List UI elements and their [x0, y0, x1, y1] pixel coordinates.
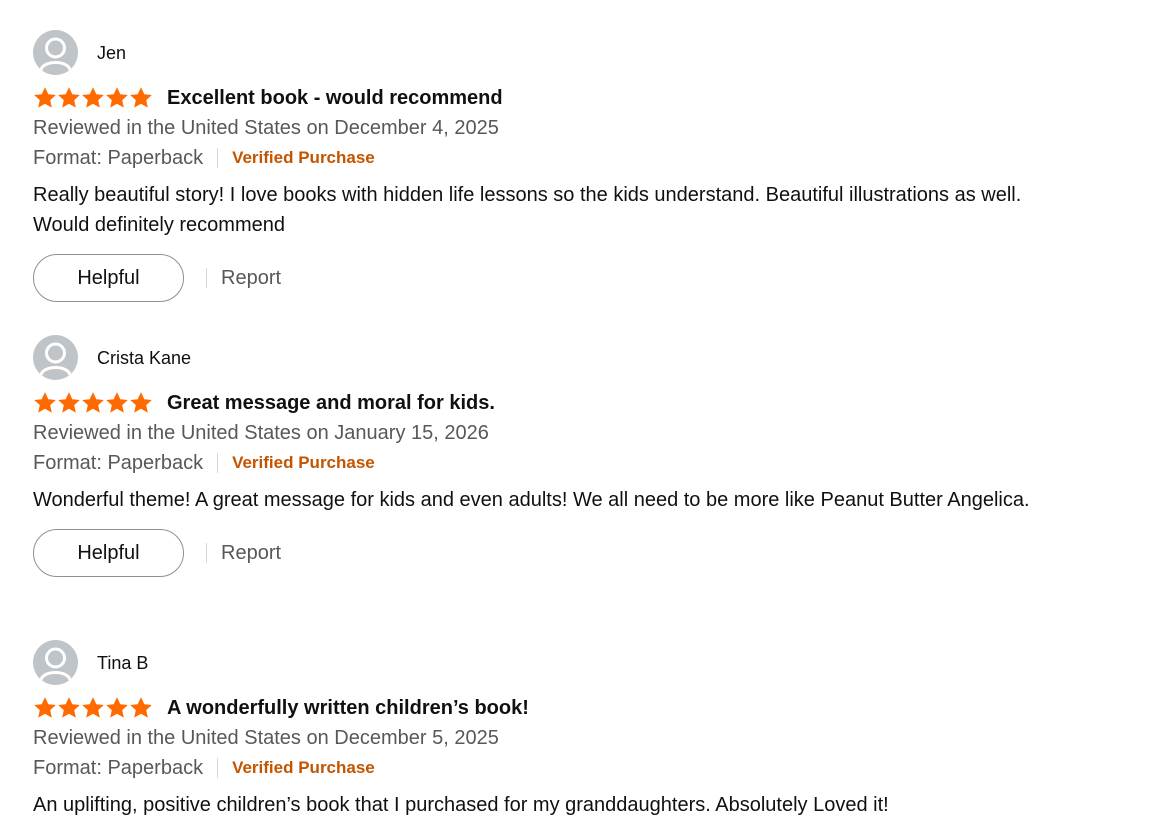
review-body: Wonderful theme! A great message for kid…	[33, 489, 1030, 511]
helpful-button[interactable]: Helpful	[33, 529, 184, 577]
divider	[217, 148, 219, 168]
star-icon	[105, 86, 129, 110]
review-card: Tina B A wonderfully written children’s …	[33, 640, 1093, 820]
star-icon	[57, 391, 81, 415]
verified-purchase-badge: Verified Purchase	[232, 453, 375, 472]
avatar-icon	[33, 30, 78, 75]
reviewer-profile[interactable]: Tina B	[33, 640, 1093, 685]
review-card: Crista Kane Great message and moral for …	[33, 335, 1093, 577]
star-icon	[33, 391, 57, 415]
format-label[interactable]: Format: Paperback	[33, 452, 203, 475]
helpful-button[interactable]: Helpful	[33, 254, 184, 302]
star-icon	[81, 86, 105, 110]
star-icon	[105, 696, 129, 720]
review-body: Really beautiful story! I love books wit…	[33, 184, 1022, 236]
review-title[interactable]: Great message and moral for kids.	[167, 391, 495, 415]
divider	[217, 453, 219, 473]
star-icon	[57, 696, 81, 720]
review-date: Reviewed in the United States on January…	[33, 422, 489, 444]
star-icon	[33, 86, 57, 110]
review-card: Jen Excellent book - would recommend Rev…	[33, 30, 1093, 302]
report-link[interactable]: Report	[221, 267, 281, 290]
review-title[interactable]: Excellent book - would recommend	[167, 86, 503, 110]
star-icon	[105, 391, 129, 415]
divider	[206, 268, 207, 288]
verified-purchase-badge: Verified Purchase	[232, 758, 375, 777]
report-link[interactable]: Report	[221, 542, 281, 565]
star-icon	[129, 696, 153, 720]
star-icon	[57, 86, 81, 110]
format-label[interactable]: Format: Paperback	[33, 757, 203, 780]
reviewer-profile[interactable]: Crista Kane	[33, 335, 1093, 380]
reviewer-name[interactable]: Crista Kane	[97, 347, 191, 369]
star-icon	[129, 86, 153, 110]
review-date: Reviewed in the United States on Decembe…	[33, 117, 499, 139]
star-rating[interactable]	[33, 86, 153, 110]
review-title[interactable]: A wonderfully written children’s book!	[167, 696, 529, 720]
star-icon	[129, 391, 153, 415]
avatar-icon	[33, 335, 78, 380]
avatar-icon	[33, 640, 78, 685]
star-icon	[81, 696, 105, 720]
verified-purchase-badge: Verified Purchase	[232, 148, 375, 167]
divider	[206, 543, 207, 563]
star-rating[interactable]	[33, 391, 153, 415]
star-icon	[81, 391, 105, 415]
star-icon	[33, 696, 57, 720]
reviewer-name[interactable]: Jen	[97, 42, 126, 64]
review-date: Reviewed in the United States on Decembe…	[33, 727, 499, 749]
format-label[interactable]: Format: Paperback	[33, 147, 203, 170]
reviewer-profile[interactable]: Jen	[33, 30, 1093, 75]
star-rating[interactable]	[33, 696, 153, 720]
reviewer-name[interactable]: Tina B	[97, 652, 148, 674]
review-body: An uplifting, positive children’s book t…	[33, 794, 889, 816]
divider	[217, 758, 219, 778]
